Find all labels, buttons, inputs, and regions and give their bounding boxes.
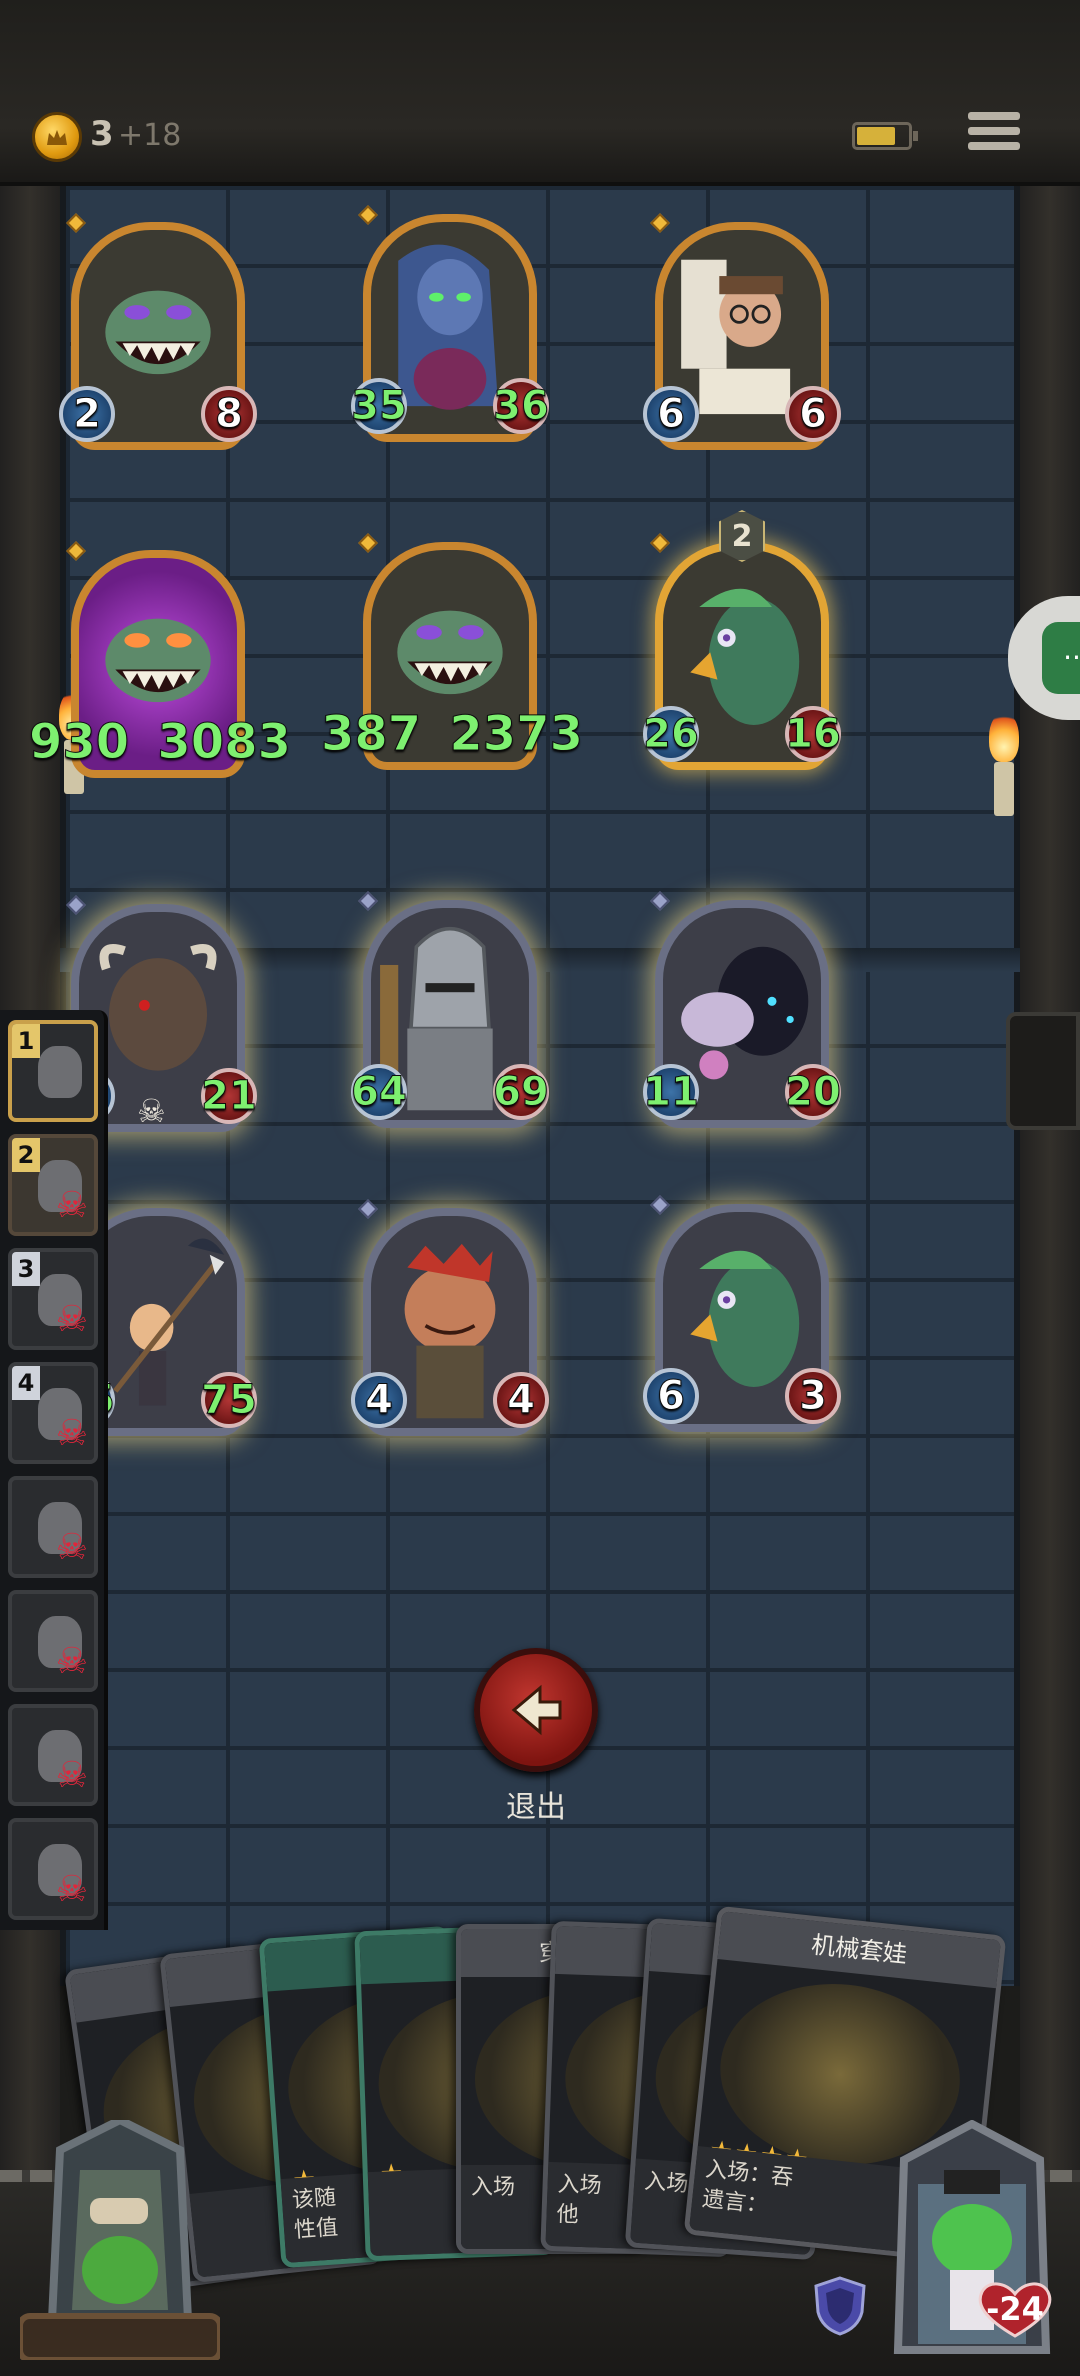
sidebar-player-3[interactable]: 3 ☠ xyxy=(8,1248,98,1350)
gold-coin-icon xyxy=(32,112,82,162)
top-bar: 3 +18 xyxy=(0,0,1080,186)
sidebar-player-1[interactable]: 1 xyxy=(8,1020,98,1122)
player-health: -24 xyxy=(986,2290,1044,2328)
torch-right xyxy=(984,712,1024,832)
gold-income: +18 xyxy=(118,118,182,153)
unit-attack: 35 xyxy=(351,378,407,434)
rank-number: 3 xyxy=(12,1252,40,1286)
unit-health: 3083 xyxy=(157,714,292,771)
shield-icon[interactable] xyxy=(812,2276,868,2336)
unit-attack: 6 xyxy=(643,1368,699,1424)
unit-health: 21 xyxy=(201,1068,257,1124)
unit-ogre-brute[interactable]: 44 xyxy=(351,1199,549,1444)
unit-scribe[interactable]: 66 xyxy=(643,213,841,458)
back-arrow-icon xyxy=(511,1684,562,1736)
unit-health: 4 xyxy=(493,1372,549,1428)
unit-attack: 11 xyxy=(643,1064,699,1120)
menu-button[interactable] xyxy=(968,112,1020,160)
battery-icon xyxy=(852,122,918,150)
unit-chomper[interactable]: 387 2373 xyxy=(320,533,583,778)
exit-button[interactable] xyxy=(474,1648,598,1772)
more-icon: ·· xyxy=(1042,622,1080,694)
unit-chomper-golden[interactable]: 930 3083 xyxy=(28,541,291,786)
sidebar-player-2[interactable]: 2 ☠ xyxy=(8,1134,98,1236)
skull-icon: ☠ xyxy=(55,1527,88,1568)
unit-attack: 26 xyxy=(643,706,699,762)
sidebar-player-4[interactable]: 4 ☠ xyxy=(8,1362,98,1464)
unit-attack: 930 xyxy=(28,714,130,771)
door-handle xyxy=(1006,1012,1080,1130)
player-list-sidebar: 1 2 ☠ 3 ☠ 4 ☠ ☠ ☠ ☠ ☠ xyxy=(0,1010,108,1930)
unit-health: 6 xyxy=(785,386,841,442)
sidebar-player-5[interactable]: ☠ xyxy=(8,1476,98,1578)
skull-icon: ☠ xyxy=(137,1092,166,1130)
rank-number: 4 xyxy=(12,1366,40,1400)
unit-attack: 4 xyxy=(351,1372,407,1428)
gold-count: 3 xyxy=(90,114,114,154)
skull-icon: ☠ xyxy=(55,1413,88,1454)
unit-attack: 6 xyxy=(643,386,699,442)
unit-health: 8 xyxy=(201,386,257,442)
unit-attack: 387 xyxy=(320,706,422,763)
sidebar-player-7[interactable]: ☠ xyxy=(8,1704,98,1806)
unit-armored-knight[interactable]: 64 69 xyxy=(351,891,549,1136)
unit-night-elf-sorceress[interactable]: 35 36 xyxy=(351,205,549,450)
player-health-badge: -24 xyxy=(972,2278,1058,2338)
unit-health: 20 xyxy=(785,1064,841,1120)
sidebar-player-6[interactable]: ☠ xyxy=(8,1590,98,1692)
skull-icon: ☠ xyxy=(55,1299,88,1340)
unit-health: 75 xyxy=(201,1372,257,1428)
unit-chomper[interactable]: 28 xyxy=(59,213,257,458)
skull-icon: ☠ xyxy=(55,1755,88,1796)
unit-griffin-bird[interactable]: 63 xyxy=(643,1195,841,1440)
unit-health: 16 xyxy=(785,706,841,762)
unit-health: 3 xyxy=(785,1368,841,1424)
exit-label: 退出 xyxy=(506,1790,566,1825)
unit-health: 36 xyxy=(493,378,549,434)
hero-portrait-left[interactable] xyxy=(20,2120,220,2360)
avatar xyxy=(38,1046,82,1098)
unit-griffin-bird[interactable]: 2 26 16 xyxy=(643,510,841,778)
unit-health: 69 xyxy=(493,1064,549,1120)
skull-icon: ☠ xyxy=(55,1641,88,1682)
skull-icon: ☠ xyxy=(55,1185,88,1226)
unit-health: 2373 xyxy=(449,706,584,763)
unit-cosmic-beast[interactable]: 11 20 xyxy=(643,891,841,1136)
rank-number: 1 xyxy=(12,1024,40,1058)
rank-number: 2 xyxy=(12,1138,40,1172)
card-name: 机械套娃 xyxy=(717,1911,1001,1989)
unit-attack: 64 xyxy=(351,1064,407,1120)
unit-attack: 2 xyxy=(59,386,115,442)
